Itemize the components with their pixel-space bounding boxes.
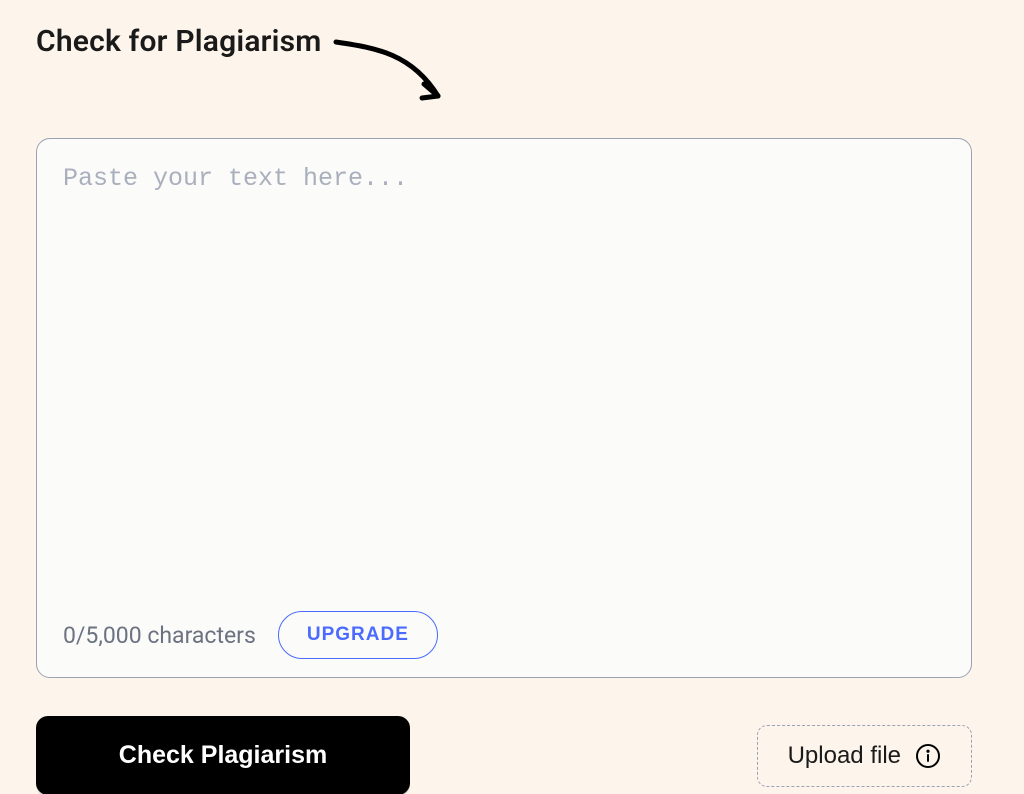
text-input-card: 0/5,000 characters UPGRADE bbox=[36, 138, 972, 678]
title-row: Check for Plagiarism bbox=[36, 24, 988, 118]
check-plagiarism-button[interactable]: Check Plagiarism bbox=[36, 716, 410, 794]
page-title: Check for Plagiarism bbox=[36, 24, 322, 59]
info-icon bbox=[915, 743, 941, 769]
curved-arrow-icon bbox=[332, 34, 450, 118]
upload-file-label: Upload file bbox=[788, 742, 901, 770]
plagiarism-checker-page: Check for Plagiarism 0/5,000 characters … bbox=[0, 0, 1024, 794]
plagiarism-text-input[interactable] bbox=[63, 161, 945, 601]
character-counter: 0/5,000 characters bbox=[63, 622, 256, 649]
input-meta-row: 0/5,000 characters UPGRADE bbox=[63, 611, 945, 659]
upload-file-button[interactable]: Upload file bbox=[757, 725, 972, 787]
actions-row: Check Plagiarism Upload file bbox=[36, 716, 972, 794]
upgrade-button[interactable]: UPGRADE bbox=[278, 611, 438, 659]
